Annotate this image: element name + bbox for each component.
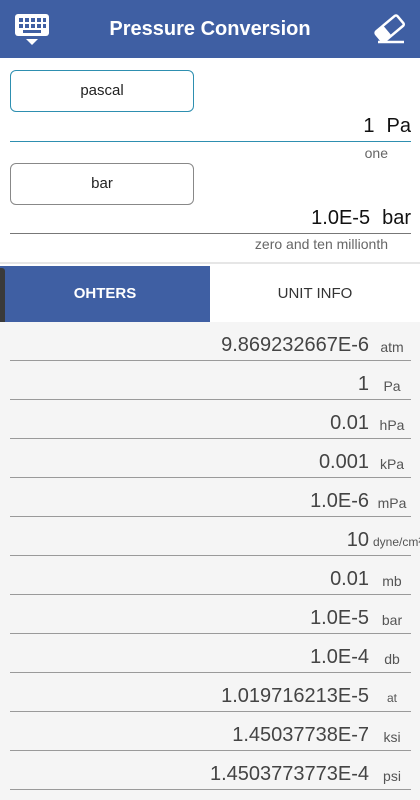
results-list: 9.869232667E-6 atm 1 Pa 0.01 hPa 0.001 kPa 1… bbox=[0, 322, 420, 800]
input-value-field[interactable]: 1 Pa bbox=[10, 110, 411, 142]
result-unit: kPa bbox=[379, 456, 405, 472]
result-row-pa: 1 Pa bbox=[10, 361, 411, 400]
page-title: Pressure Conversion bbox=[109, 18, 311, 40]
result-unit: dyne/cm² bbox=[373, 535, 420, 549]
result-row-psi: 1.4503773773E-4 psi bbox=[10, 751, 411, 790]
from-unit-button[interactable]: pascal bbox=[10, 70, 194, 112]
result-value: 0.01 bbox=[330, 412, 369, 434]
app-header: Pressure Conversion bbox=[0, 0, 420, 58]
result-value: 0.001 bbox=[318, 451, 369, 473]
result-value: 9.869232667E-6 bbox=[221, 334, 369, 356]
output-value: 1.0E-5 bbox=[311, 207, 371, 229]
result-unit: at bbox=[386, 691, 397, 705]
output-value-field: 1.0E-5 bar bbox=[10, 202, 411, 234]
result-unit: Pa bbox=[383, 378, 401, 394]
result-unit: atm bbox=[380, 339, 404, 355]
result-row-dyne: 10 dyne/cm² bbox=[10, 517, 420, 556]
result-value: 0.01 bbox=[330, 568, 369, 590]
result-row-bar: 1.0E-5 bar bbox=[10, 595, 411, 634]
result-row-kpa: 0.001 kPa bbox=[10, 439, 411, 478]
result-row-ksi: 1.45037738E-7 ksi bbox=[10, 712, 411, 751]
result-row-db: 1.0E-4 db bbox=[10, 634, 411, 673]
result-row-at: 1.019716213E-5 at bbox=[10, 673, 411, 712]
input-unit-symbol: Pa bbox=[386, 115, 411, 137]
result-unit: mb bbox=[382, 573, 402, 589]
result-value: 1.45037738E-7 bbox=[232, 724, 369, 746]
input-value: 1 bbox=[363, 115, 375, 137]
result-unit: hPa bbox=[379, 417, 405, 433]
result-unit: mPa bbox=[377, 495, 407, 511]
result-unit: psi bbox=[383, 768, 401, 784]
result-row-atm: 9.869232667E-6 atm bbox=[10, 322, 411, 361]
result-value: 10 bbox=[346, 529, 369, 551]
result-value: 1.0E-4 bbox=[310, 646, 369, 668]
tab-unit-info[interactable]: UNIT INFO bbox=[210, 266, 420, 322]
result-value: 1.0E-6 bbox=[310, 490, 369, 512]
result-row-mb: 0.01 mb bbox=[10, 556, 411, 595]
result-row-hpa: 0.01 hPa bbox=[10, 400, 411, 439]
result-unit: bar bbox=[381, 612, 403, 628]
to-unit-button[interactable]: bar bbox=[10, 163, 194, 205]
result-row-mpa: 1.0E-6 mPa bbox=[10, 478, 411, 517]
tab-others[interactable]: OHTERS bbox=[0, 266, 210, 322]
result-value: 1.4503773773E-4 bbox=[209, 763, 369, 785]
output-value-words: zero and ten millionth bbox=[254, 236, 388, 252]
output-unit-symbol: bar bbox=[382, 207, 411, 229]
result-unit: db bbox=[384, 651, 400, 667]
result-value: 1.019716213E-5 bbox=[221, 685, 369, 707]
input-value-words: one bbox=[364, 145, 388, 161]
tab-bar: OHTERS UNIT INFO bbox=[0, 266, 420, 322]
section-divider bbox=[0, 262, 420, 264]
result-value: 1.0E-5 bbox=[310, 607, 369, 629]
eraser-icon[interactable] bbox=[370, 9, 410, 49]
result-unit: ksi bbox=[383, 729, 401, 745]
result-value: 1 bbox=[357, 373, 369, 395]
